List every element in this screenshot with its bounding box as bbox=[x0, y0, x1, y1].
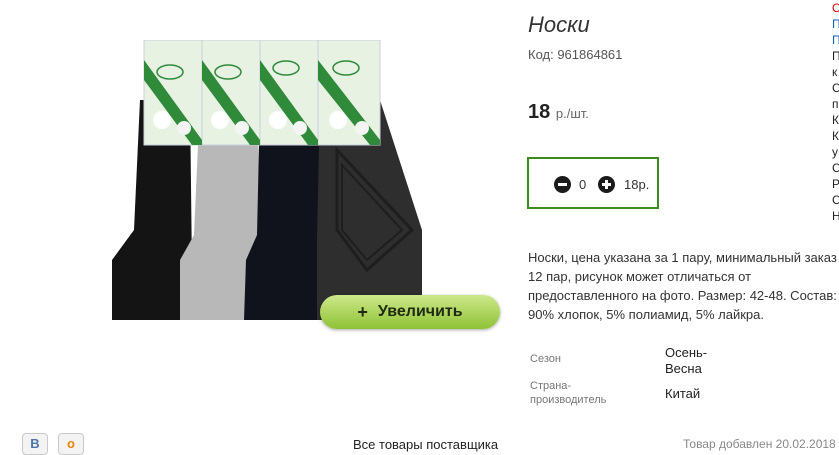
right-edge-item: С bbox=[832, 161, 839, 175]
right-edge-item: П bbox=[832, 49, 839, 63]
vk-share-button[interactable]: В bbox=[22, 433, 48, 455]
right-edge-item: Н bbox=[832, 209, 839, 223]
ok-icon: о bbox=[67, 436, 75, 451]
plus-circle-icon[interactable] bbox=[598, 176, 615, 193]
right-edge-item[interactable]: О bbox=[832, 0, 839, 16]
spec-country-label: Страна-производитель bbox=[530, 380, 607, 406]
spec-season-value: Осень-Весна bbox=[665, 345, 708, 376]
right-edge-item: С bbox=[832, 81, 839, 95]
zoom-button-label: Увеличить bbox=[377, 303, 463, 320]
right-edge-item: К bbox=[832, 129, 839, 143]
right-edge-item: Р bbox=[832, 177, 839, 191]
right-edge-item: к bbox=[832, 65, 838, 79]
right-edge-item: у bbox=[832, 145, 838, 159]
right-edge-item[interactable]: П bbox=[832, 16, 839, 32]
price: 18 р./шт. bbox=[528, 101, 589, 124]
product-code: Код: 961864861 bbox=[528, 47, 623, 62]
price-unit: р./шт. bbox=[555, 106, 589, 121]
order-total: 18р. bbox=[624, 177, 650, 192]
quantity-stepper: 0 18р. bbox=[527, 157, 659, 209]
quantity-value: 0 bbox=[579, 177, 587, 192]
socks-photo bbox=[112, 39, 422, 320]
right-edge-item: К bbox=[832, 113, 839, 127]
right-edge-item: С bbox=[832, 193, 839, 207]
right-edge-item: п bbox=[832, 97, 839, 111]
price-value: 18 bbox=[528, 101, 551, 123]
spec-season-label: Сезон bbox=[530, 353, 561, 365]
ok-share-button[interactable]: о bbox=[58, 433, 84, 455]
added-date: Товар добавлен 20.02.2018 bbox=[683, 437, 836, 451]
product-image[interactable] bbox=[112, 39, 437, 330]
product-description: Носки, цена указана за 1 пару, минимальн… bbox=[528, 250, 837, 322]
zoom-button[interactable]: + Увеличить bbox=[320, 295, 500, 329]
product-title: Носки bbox=[528, 12, 590, 37]
right-edge-column: О П П П к С п К К у С Р С Н bbox=[832, 0, 839, 224]
right-edge-item[interactable]: П bbox=[832, 32, 839, 48]
minus-icon[interactable] bbox=[554, 176, 571, 193]
spec-country-value: Китай bbox=[665, 386, 701, 401]
vk-icon: В bbox=[30, 436, 40, 451]
plus-icon: + bbox=[357, 301, 368, 322]
